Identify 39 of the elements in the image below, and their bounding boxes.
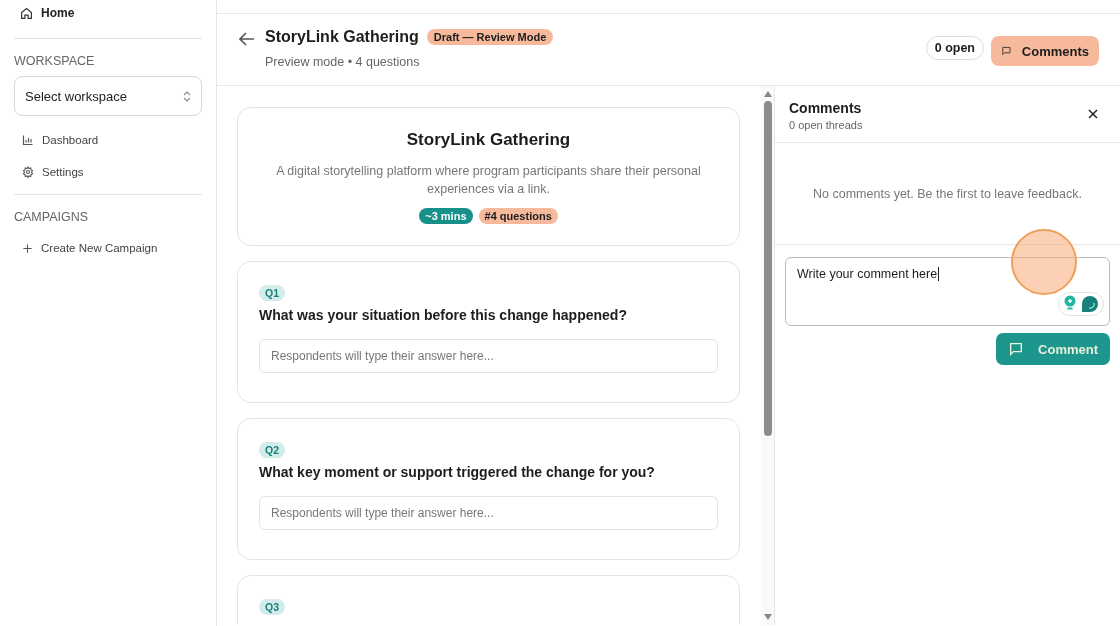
- question-text: What key moment or support triggered the change for you?: [259, 464, 655, 480]
- survey-title: StoryLink Gathering: [405, 130, 572, 150]
- question-number: Q3: [259, 599, 285, 615]
- page-subtitle: Preview mode • 4 questions: [265, 55, 420, 69]
- answer-field: Respondents will type their answer here...: [259, 339, 718, 373]
- sidebar-item[interactable]: Create New Campaign: [14, 232, 202, 264]
- page-title: StoryLink Gathering: [265, 28, 419, 46]
- chat-bubble-icon[interactable]: [1081, 295, 1099, 313]
- comments-button[interactable]: Comments: [991, 36, 1099, 66]
- tag: ~3 mins: [419, 208, 473, 224]
- answer-field: Respondents will type their answer here...: [259, 496, 718, 530]
- plus-icon: [22, 242, 33, 254]
- panel-title: Comments: [789, 100, 862, 116]
- comment-field[interactable]: Write your comment here: [785, 257, 1110, 326]
- sidebar-item[interactable]: Settings: [14, 156, 202, 188]
- home-link[interactable]: Home: [14, 0, 81, 22]
- bar-chart-icon: [22, 134, 34, 146]
- scroll-up-icon[interactable]: [762, 90, 773, 98]
- lightbulb-icon[interactable]: [1063, 295, 1077, 311]
- section-heading: WORKSPACE: [14, 53, 95, 70]
- comment-icon: [1008, 341, 1025, 357]
- question-text: What was your situation before this change happened?: [259, 307, 627, 323]
- survey-description: A digital storytelling platform where program participants share their personal experiences via a link.: [275, 163, 702, 198]
- empty-message: No comments yet. Be the first to leave feedback.: [813, 186, 1082, 201]
- sidebar-item[interactable]: Dashboard: [14, 124, 202, 156]
- question-number: Q2: [259, 442, 285, 458]
- scroll-down-icon[interactable]: [762, 613, 773, 621]
- question-number: Q1: [259, 285, 285, 301]
- section-heading: CAMPAIGNS: [14, 209, 89, 226]
- back-arrow-icon[interactable]: [239, 32, 255, 46]
- status-badge: Draft — Review Mode: [426, 29, 554, 45]
- settings-icon: [22, 166, 34, 178]
- close-icon[interactable]: [1088, 109, 1098, 119]
- workspace-select[interactable]: Select workspace: [14, 76, 202, 116]
- chevron-icon: [183, 90, 191, 102]
- panel-subtitle: 0 open threads: [789, 119, 863, 131]
- home-icon: [20, 6, 33, 20]
- tag: #4 questions: [478, 208, 558, 224]
- scrollbar-thumb[interactable]: [763, 101, 772, 436]
